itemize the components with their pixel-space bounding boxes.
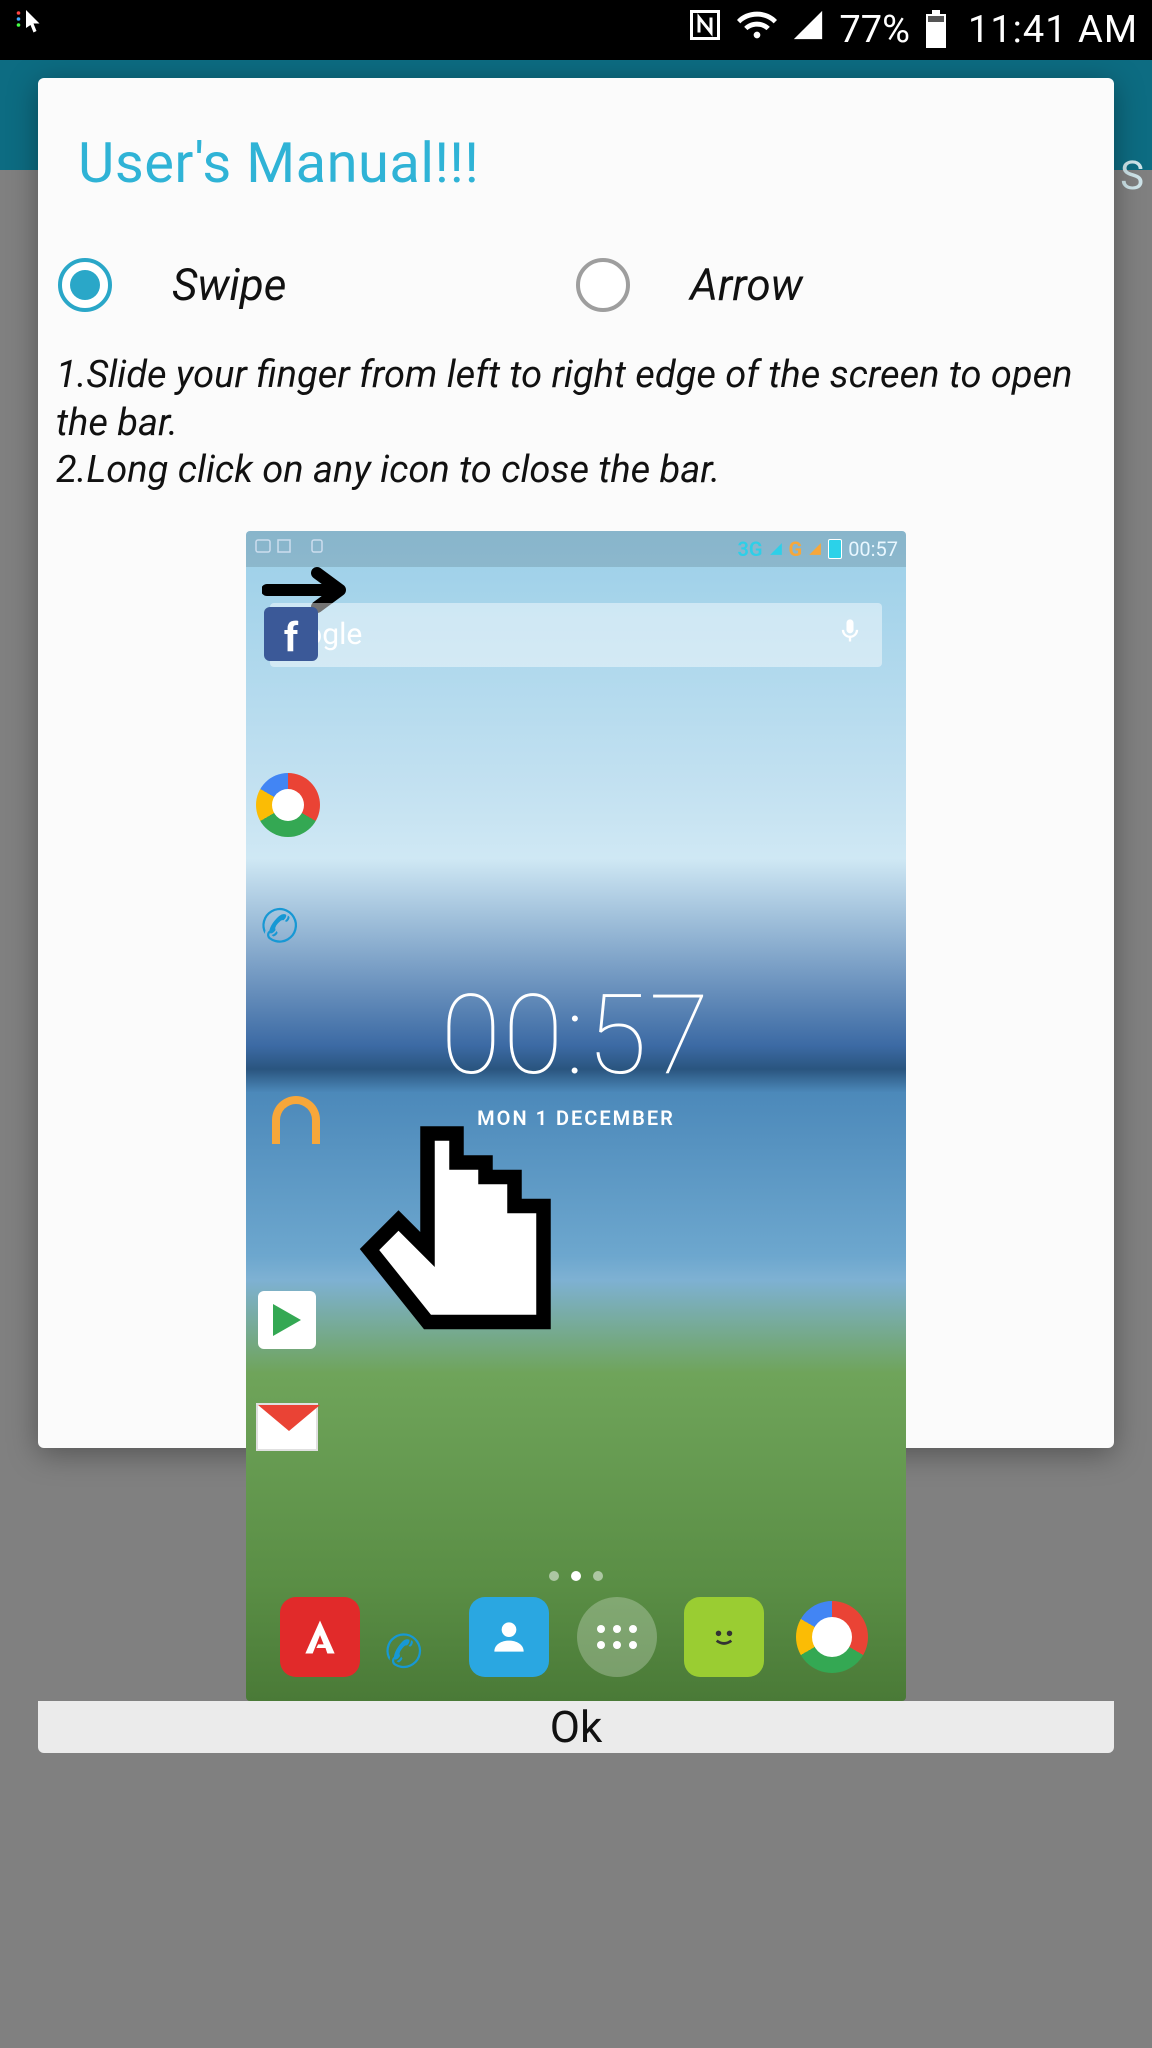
illustration-clock-time: 00:57 [246, 971, 906, 1100]
illustration-dock: ✆ [246, 1597, 906, 1677]
facebook-app-icon: f [264, 607, 318, 661]
page-indicator-dots [246, 1571, 906, 1581]
wifi-icon [737, 5, 777, 55]
cellular-signal-icon [791, 8, 825, 52]
sidebar-gmail-icon [256, 1403, 318, 1451]
illustration-status-left [254, 537, 334, 561]
radio-arrow-indicator [576, 258, 630, 312]
background-char: S [1120, 152, 1144, 199]
sidebar-playstore-icon [258, 1291, 316, 1349]
hand-cursor-icon [326, 1085, 616, 1385]
illustration-status-time: 00:57 [848, 537, 898, 561]
users-manual-dialog: User's Manual!!! Swipe Arrow 1.Slide you… [38, 78, 1114, 1448]
notification-pointer-icon [14, 7, 50, 53]
dock-adobe-icon [280, 1597, 360, 1677]
sidebar-phone-icon: ✆ [254, 894, 320, 960]
battery-percent: 77% [839, 8, 910, 52]
dock-messaging-icon [684, 1597, 764, 1677]
status-bar: 77% 11:41 AM [0, 0, 1152, 60]
dock-apps-icon [577, 1597, 657, 1677]
illustration: 3G G 00:57 oogle f ✆ [246, 531, 906, 1701]
radio-swipe-label: Swipe [172, 259, 286, 311]
radio-swipe[interactable]: Swipe [58, 258, 576, 312]
dialog-title: User's Manual!!! [38, 78, 1114, 230]
mode-radio-group: Swipe Arrow [38, 230, 1114, 322]
illustration-status-bar: 3G G 00:57 [246, 531, 906, 567]
illustration-g-label: G [789, 537, 803, 561]
dock-phone-icon: ✆ [380, 1621, 443, 1684]
dock-chrome-icon [792, 1597, 872, 1677]
microphone-icon [836, 617, 864, 653]
radio-arrow[interactable]: Arrow [576, 258, 1094, 312]
illustration-search-bar: oogle [270, 603, 882, 667]
illustration-battery-icon [828, 539, 842, 559]
sidebar-chrome-icon [254, 771, 322, 839]
illustration-container: 3G G 00:57 oogle f ✆ [38, 505, 1114, 1701]
dock-contacts-icon [469, 1597, 549, 1677]
radio-swipe-indicator [58, 258, 112, 312]
radio-arrow-label: Arrow [690, 259, 803, 311]
battery-icon [924, 10, 948, 50]
status-time: 11:41 AM [968, 8, 1138, 52]
ok-button[interactable]: Ok [38, 1701, 1114, 1753]
nfc-icon [687, 7, 723, 53]
illustration-3g-label: 3G [737, 537, 762, 561]
instructions-text: 1.Slide your finger from left to right e… [38, 322, 1114, 505]
